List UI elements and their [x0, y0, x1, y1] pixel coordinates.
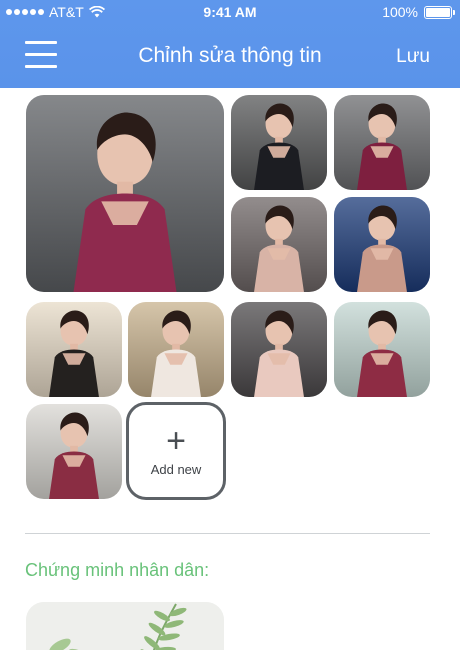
- add-new-button[interactable]: + Add new: [126, 402, 226, 500]
- photo-thumbnail[interactable]: [334, 197, 430, 292]
- app-header: AT&T 9:41 AM 100% Chỉnh sửa thông tin Lư…: [0, 0, 460, 88]
- portrait-photo-icon: [231, 197, 327, 292]
- battery-icon: [424, 5, 455, 19]
- add-new-label: Add new: [150, 461, 202, 477]
- portrait-photo-icon: [231, 302, 327, 397]
- portrait-photo-icon: [334, 302, 430, 397]
- photo-thumbnail[interactable]: [26, 404, 122, 499]
- photo-thumbnail[interactable]: [231, 197, 327, 292]
- status-bar: AT&T 9:41 AM 100%: [0, 0, 460, 24]
- id-card-photo[interactable]: [26, 602, 224, 650]
- photo-thumbnail[interactable]: [26, 302, 122, 397]
- photo-thumbnail[interactable]: [231, 302, 327, 397]
- photo-thumbnail[interactable]: [231, 95, 327, 190]
- photo-thumbnail[interactable]: [334, 95, 430, 190]
- portrait-photo-icon: [26, 404, 122, 499]
- portrait-photo-icon: [26, 302, 122, 397]
- portrait-photo-icon: [334, 197, 430, 292]
- photo-thumbnail[interactable]: [128, 302, 224, 397]
- section-divider: [25, 533, 430, 534]
- photo-main[interactable]: [26, 95, 224, 292]
- photo-thumbnail[interactable]: [334, 302, 430, 397]
- portrait-photo-icon: [334, 95, 430, 190]
- portrait-photo-icon: [128, 302, 224, 397]
- page-title: Chỉnh sửa thông tin: [138, 44, 322, 67]
- status-right: 100%: [382, 4, 455, 20]
- id-card-section-title: Chứng minh nhân dân:: [25, 560, 210, 580]
- save-button[interactable]: Lưu: [396, 46, 430, 68]
- portrait-photo-icon: [231, 95, 327, 190]
- battery-label: 100%: [382, 4, 418, 20]
- plus-icon: +: [166, 421, 186, 460]
- leaf-illustration-icon: [26, 602, 224, 650]
- portrait-photo-icon: [26, 95, 224, 292]
